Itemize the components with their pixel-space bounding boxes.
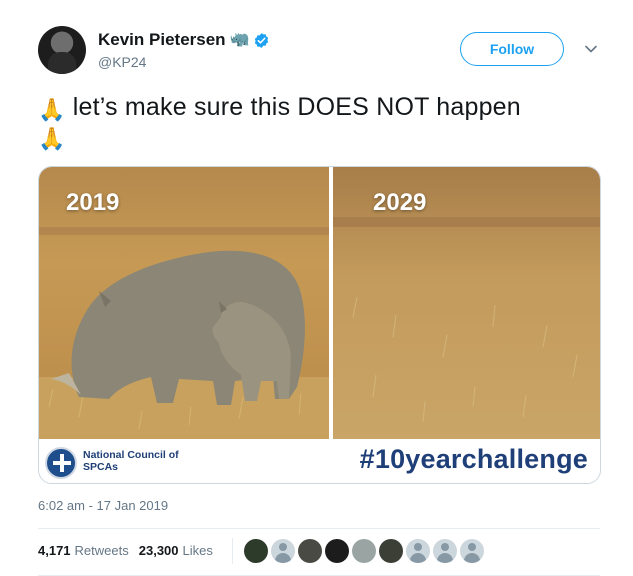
retweets-label: Retweets	[74, 543, 129, 558]
chevron-down-icon[interactable]	[584, 42, 598, 56]
retweets-count: 4,171	[38, 543, 71, 558]
photo-2029[interactable]: 2029	[333, 167, 600, 439]
retweets-stat[interactable]: 4,171 Retweets	[38, 543, 129, 558]
media-banner: National Council of SPCAs #10yearchallen…	[39, 439, 600, 483]
liker-avatar-default[interactable]	[433, 539, 457, 563]
liker-avatar-default[interactable]	[460, 539, 484, 563]
tweet-header: Kevin Pietersen 🦏 @KP24 Follow	[38, 26, 608, 78]
likes-stat[interactable]: 23,300 Likes	[139, 543, 213, 558]
folded-hands-icon-2: 🙏	[38, 126, 66, 151]
liker-avatar[interactable]	[379, 539, 403, 563]
verified-badge-icon	[255, 32, 269, 48]
year-label-2029: 2029	[373, 189, 427, 216]
banner-hashtag: #10yearchallenge	[359, 444, 588, 474]
liker-avatar[interactable]	[325, 539, 349, 563]
likes-label: Likes	[182, 543, 213, 558]
stats-separator	[232, 538, 233, 564]
year-label-2019: 2019	[66, 189, 120, 216]
author-display-name[interactable]: Kevin Pietersen	[98, 30, 226, 50]
tweet-stats: 4,171 Retweets 23,300 Likes	[38, 543, 213, 558]
liker-avatar-default[interactable]	[271, 539, 295, 563]
rhino-icon: 🦏	[229, 31, 250, 48]
liker-avatar-default[interactable]	[406, 539, 430, 563]
author-name-row[interactable]: Kevin Pietersen 🦏	[98, 30, 270, 50]
liker-avatar[interactable]	[352, 539, 376, 563]
liker-avatar[interactable]	[244, 539, 268, 563]
tweet-media[interactable]: 2019 2029 National Council of SPCAs #10y…	[38, 166, 601, 484]
likes-count: 23,300	[138, 543, 179, 558]
tweet-body: let’s make sure this DOES NOT happen	[72, 93, 521, 121]
liker-avatar[interactable]	[298, 539, 322, 563]
tweet-text: 🙏 let’s make sure this DOES NOT happen	[38, 90, 598, 127]
spca-logo-icon	[45, 447, 77, 479]
photo-2019[interactable]: 2019	[39, 167, 329, 439]
tweet-timestamp[interactable]: 6:02 am - 17 Jan 2019	[38, 498, 168, 513]
liker-avatars	[244, 539, 484, 563]
author-avatar[interactable]	[38, 26, 86, 74]
organization-name: National Council of SPCAs	[83, 449, 179, 473]
stats-divider-top	[38, 528, 600, 529]
follow-button[interactable]: Follow	[460, 32, 564, 66]
author-handle[interactable]: @KP24	[98, 54, 146, 70]
